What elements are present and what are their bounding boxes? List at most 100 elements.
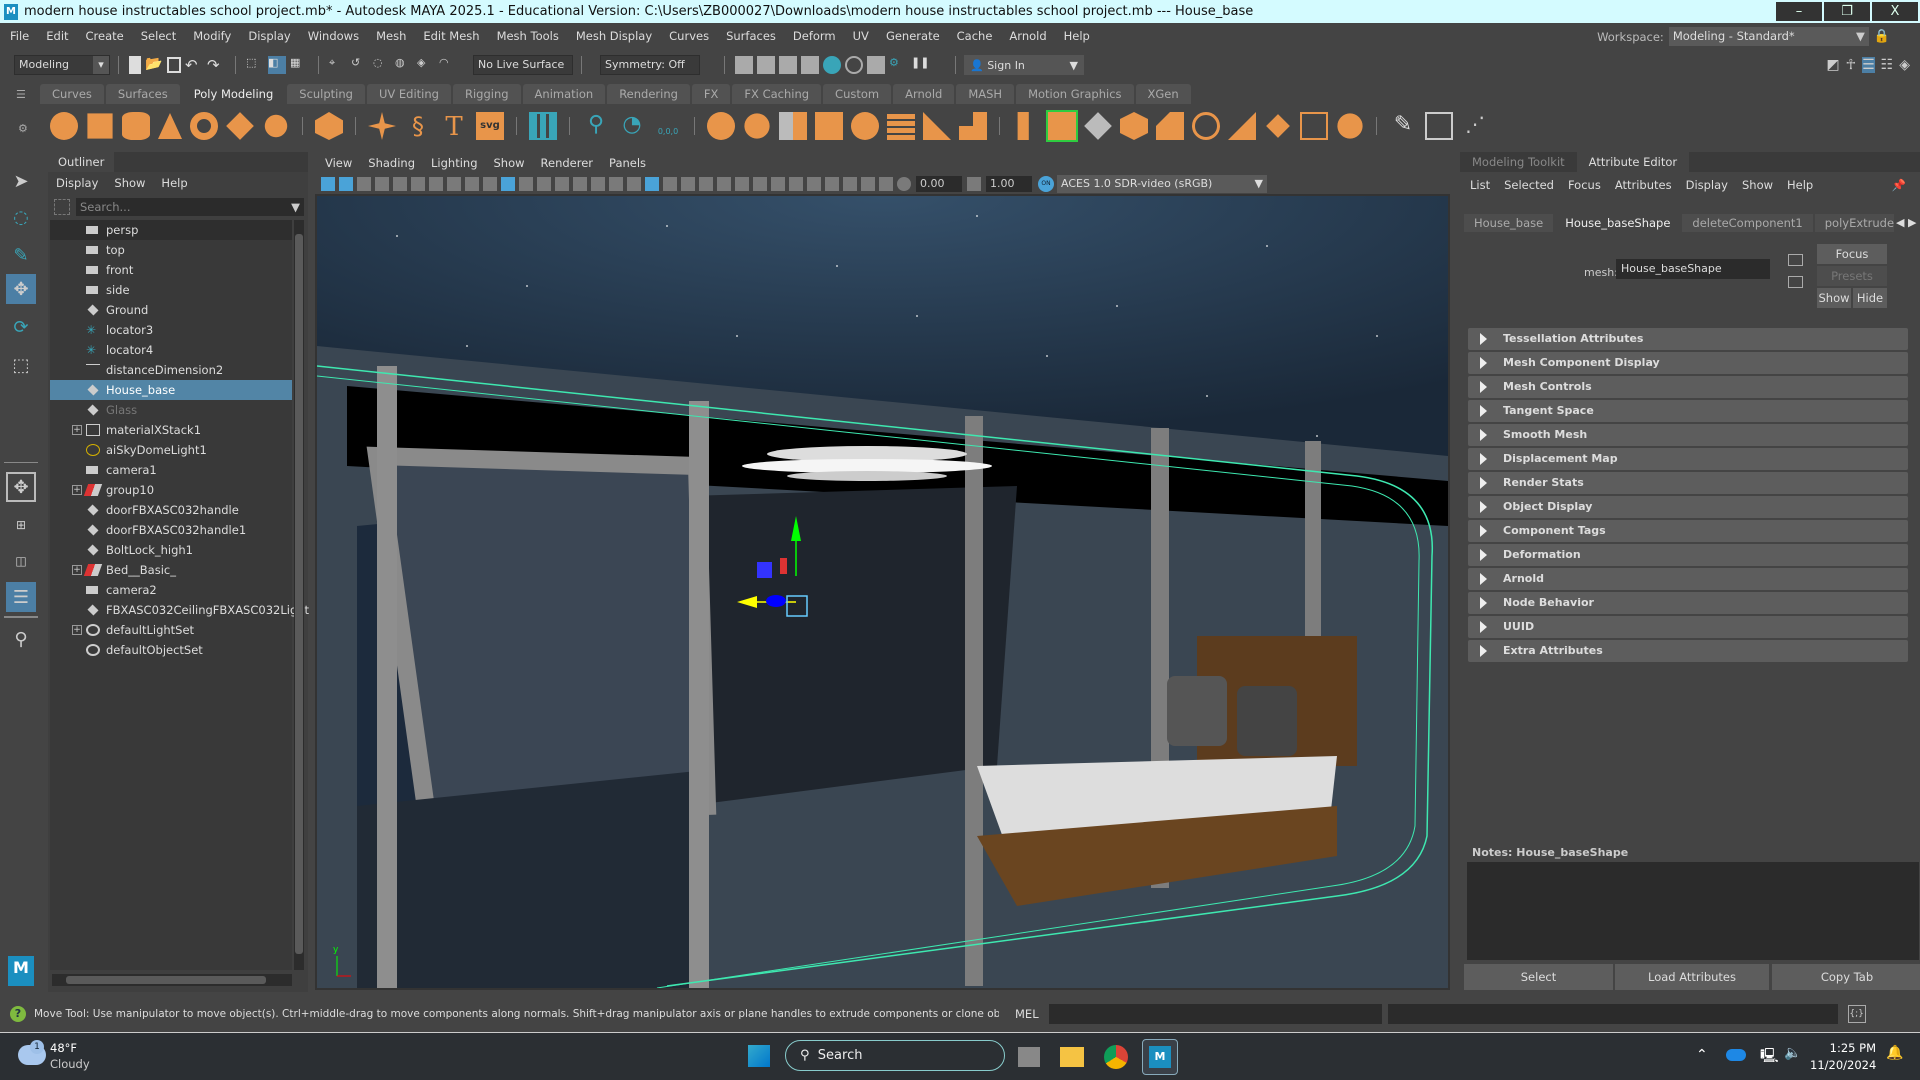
multi-tool-icon[interactable]: ⋰	[1461, 112, 1489, 140]
outliner-menu-help[interactable]: Help	[161, 176, 187, 190]
weather-temp[interactable]: 48°F	[50, 1041, 77, 1055]
menu-deform[interactable]: Deform	[793, 29, 836, 43]
mel-label[interactable]: MEL	[1015, 1007, 1039, 1021]
shelf-tab-motion-graphics[interactable]: Motion Graphics	[1016, 84, 1134, 104]
select-component-icon[interactable]: ▦	[290, 56, 308, 74]
attribute-section[interactable]: Render Stats	[1468, 472, 1908, 494]
shelf-tab-sculpting[interactable]: Sculpting	[287, 84, 365, 104]
character-controls-icon[interactable]: ☥	[1846, 57, 1856, 73]
target-weld-icon[interactable]	[1266, 114, 1290, 138]
mesh-name-field[interactable]: House_baseShape	[1616, 259, 1770, 279]
gamma-input[interactable]: 1.00	[986, 176, 1032, 192]
shelf-menu-icon[interactable]: ☰	[16, 88, 30, 101]
lasso-tool-icon[interactable]: ◌	[6, 202, 36, 232]
poly-cylinder-icon[interactable]	[122, 112, 150, 140]
search-icon[interactable]: ⚲	[6, 624, 36, 654]
menu-mesh[interactable]: Mesh	[376, 29, 406, 43]
sculpt-grid-icon[interactable]	[529, 112, 557, 140]
outliner-item[interactable]: Ground	[50, 300, 292, 320]
attribute-section[interactable]: Node Behavior	[1468, 592, 1908, 614]
network-icon[interactable]: 🖳	[1760, 1045, 1779, 1069]
taskbar-search[interactable]: ⚲ Search	[785, 1040, 1005, 1071]
tab-scroll-right-icon[interactable]: ▶	[1908, 216, 1916, 229]
maya-taskbar-button[interactable]: M	[1142, 1039, 1178, 1075]
expand-icon[interactable]: +	[72, 565, 82, 575]
scale-tool-icon[interactable]: ⬚	[6, 350, 36, 380]
bookmarks-icon[interactable]	[357, 177, 371, 191]
average-icon[interactable]	[923, 112, 951, 140]
snap-projected-center-icon[interactable]: ◍	[395, 56, 413, 74]
menu-arnold[interactable]: Arnold	[1009, 29, 1046, 43]
outliner-item[interactable]: aiSkyDomeLight1	[50, 440, 292, 460]
outliner-item[interactable]: BoltLock_high1	[50, 540, 292, 560]
outliner-item[interactable]: doorFBXASC032handle	[50, 500, 292, 520]
sweep-mesh-icon[interactable]: §	[404, 112, 432, 140]
shelf-tab-poly-modeling[interactable]: Poly Modeling	[181, 84, 286, 104]
poly-plane-icon[interactable]	[226, 112, 254, 140]
select-camera-icon[interactable]	[321, 177, 335, 191]
outliner-item[interactable]: defaultObjectSet	[50, 640, 292, 660]
single-perspective-view-icon[interactable]: ✥	[6, 472, 36, 502]
outliner-item[interactable]: ✳ locator4	[50, 340, 292, 360]
outliner-layout-icon[interactable]: ☰	[6, 582, 36, 612]
shelf-settings-gear-icon[interactable]: ⚙	[18, 122, 28, 135]
node-tab-house-baseshape[interactable]: House_baseShape	[1555, 214, 1681, 232]
restore-button[interactable]: ❐	[1824, 2, 1870, 21]
select-tool-icon[interactable]: ➤	[6, 166, 36, 196]
channel-box-icon[interactable]: ◈	[1899, 57, 1910, 73]
arnold-settings-icon[interactable]: ⚙	[889, 56, 907, 74]
snap-view-plane-icon[interactable]: ◈	[417, 56, 435, 74]
outliner-horizontal-scrollbar[interactable]	[52, 974, 292, 986]
quad-draw-icon[interactable]	[959, 112, 987, 140]
output-connection-icon[interactable]	[1788, 276, 1803, 288]
textured-icon[interactable]	[699, 177, 713, 191]
outliner-item[interactable]: camera1	[50, 460, 292, 480]
exposure-input[interactable]: 0.00	[916, 176, 962, 192]
ae-menu-help[interactable]: Help	[1787, 178, 1813, 192]
modeling-toolkit-icon[interactable]: ◩	[1826, 57, 1839, 73]
clock-time[interactable]: 1:25 PM	[1820, 1041, 1876, 1055]
outliner-item[interactable]: + materialXStack1	[50, 420, 292, 440]
viewport-menu-show[interactable]: Show	[494, 156, 525, 170]
film-gate-display-icon[interactable]	[519, 177, 533, 191]
menu-surfaces[interactable]: Surfaces	[726, 29, 776, 43]
tab-scroll-left-icon[interactable]: ◀	[1896, 216, 1904, 229]
sign-in-dropdown[interactable]: 👤 Sign In ▼	[964, 55, 1084, 75]
tab-modeling-toolkit[interactable]: Modeling Toolkit	[1460, 152, 1577, 172]
type-icon[interactable]: T	[440, 112, 468, 142]
menuset-dropdown[interactable]: Modeling ▾	[14, 55, 110, 75]
attribute-section[interactable]: Smooth Mesh	[1468, 424, 1908, 446]
xray-icon[interactable]	[843, 177, 857, 191]
attribute-section[interactable]: Object Display	[1468, 496, 1908, 518]
show-hidden-icons-icon[interactable]: ⌃	[1696, 1047, 1708, 1063]
ae-menu-selected[interactable]: Selected	[1504, 178, 1554, 192]
camera-attributes-icon[interactable]	[339, 177, 353, 191]
camera-tumble-icon[interactable]	[447, 177, 461, 191]
mirror-icon[interactable]	[887, 112, 915, 140]
attribute-section[interactable]: Mesh Controls	[1468, 376, 1908, 398]
show-button[interactable]: Show	[1817, 288, 1851, 308]
ipr-render-icon[interactable]	[779, 56, 797, 74]
shelf-tab-rendering[interactable]: Rendering	[607, 84, 690, 104]
outliner-menu-show[interactable]: Show	[114, 176, 145, 190]
attribute-section[interactable]: Mesh Component Display	[1468, 352, 1908, 374]
menu-file[interactable]: File	[10, 29, 29, 43]
default-material-icon[interactable]	[663, 177, 677, 191]
outliner-item[interactable]: FBXASC032CeilingFBXASC032Light	[50, 600, 309, 620]
ae-menu-focus[interactable]: Focus	[1568, 178, 1601, 192]
screen-space-ao-icon[interactable]	[753, 177, 767, 191]
file-explorer-icon[interactable]	[1060, 1047, 1084, 1067]
menu-help[interactable]: Help	[1064, 29, 1090, 43]
expand-icon[interactable]: +	[72, 425, 82, 435]
bevel-icon[interactable]	[1046, 110, 1078, 142]
bool-icon[interactable]	[851, 112, 879, 140]
wireframe-on-shaded-icon[interactable]	[681, 177, 695, 191]
separate-icon[interactable]	[744, 113, 770, 139]
poly-disc-icon[interactable]	[264, 114, 288, 138]
ae-menu-show[interactable]: Show	[1742, 178, 1773, 192]
poly-torus-icon[interactable]	[190, 112, 218, 140]
shelf-tab-fx-caching[interactable]: FX Caching	[732, 84, 822, 104]
poly-cone-icon[interactable]	[158, 113, 182, 139]
attribute-section[interactable]: Displacement Map	[1468, 448, 1908, 470]
gate-mask-icon[interactable]	[555, 177, 569, 191]
